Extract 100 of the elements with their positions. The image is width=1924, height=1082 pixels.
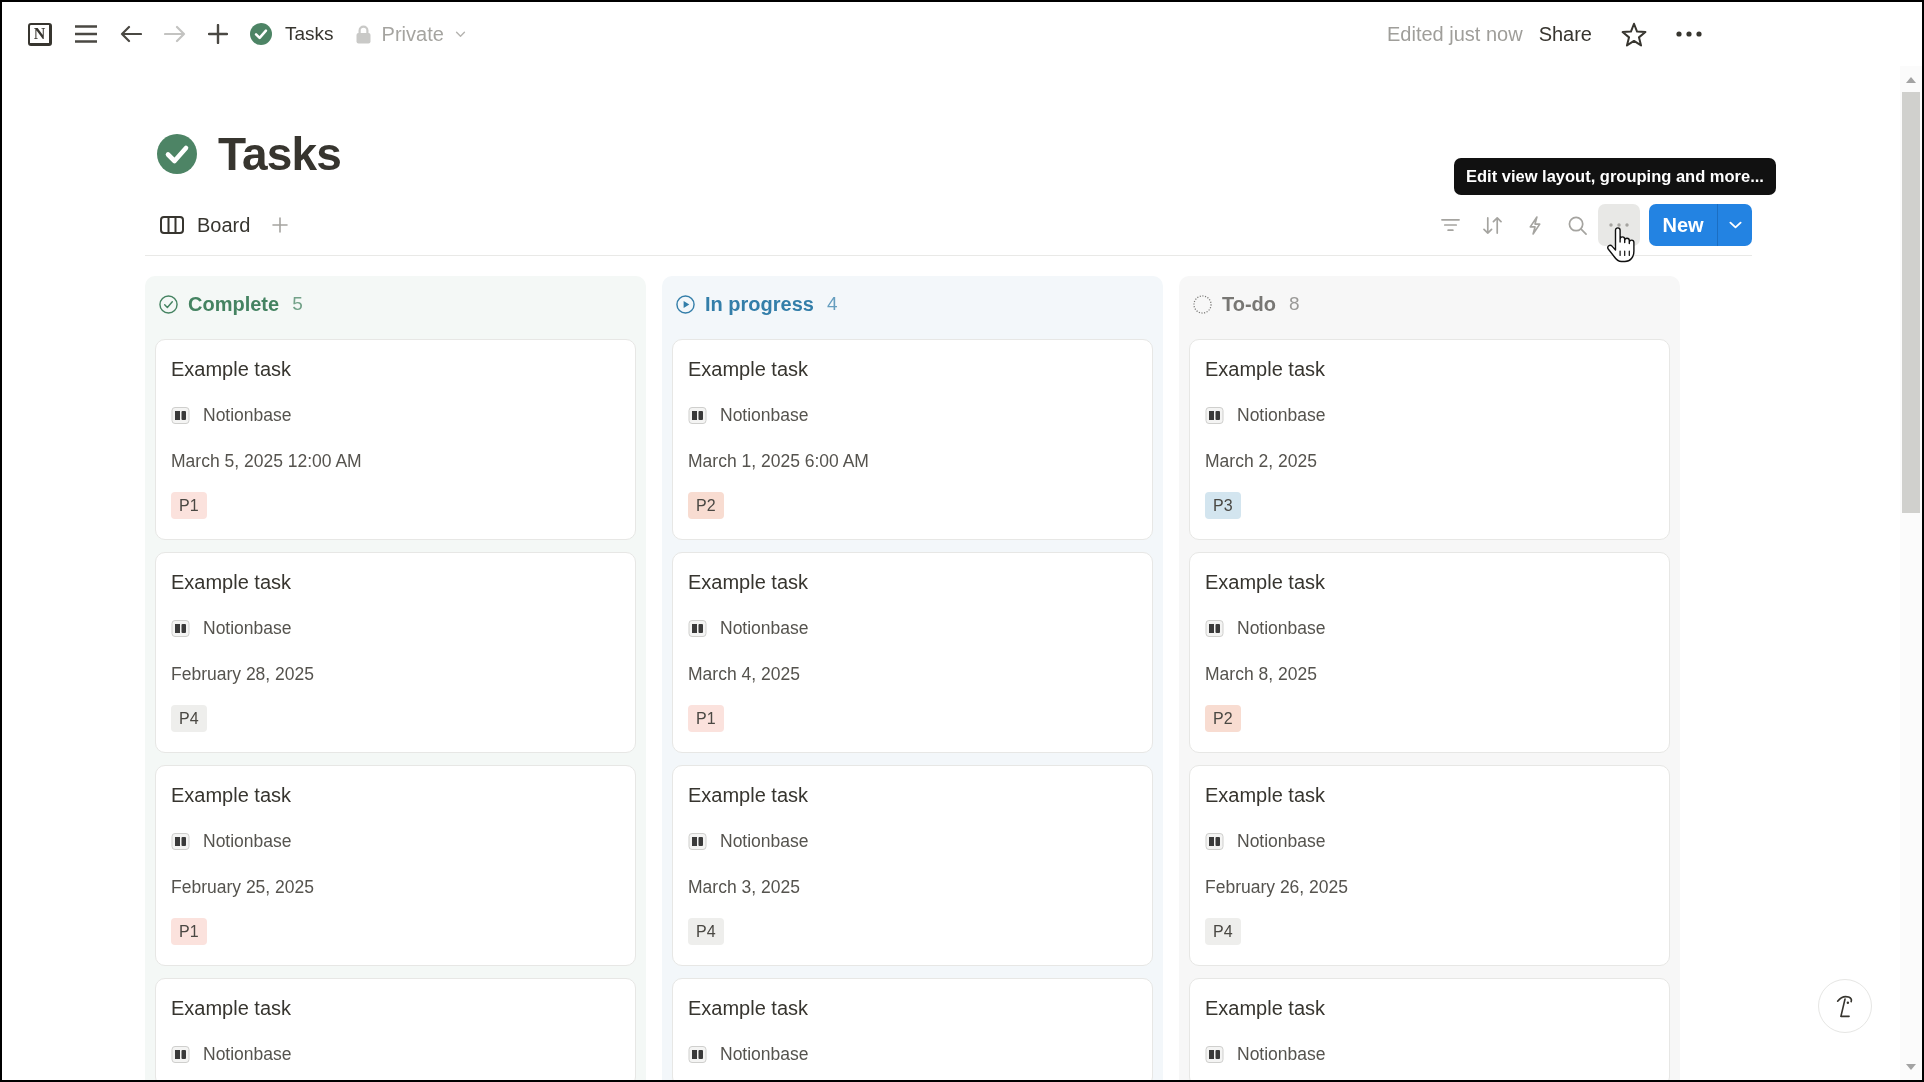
box-icon [1205, 405, 1224, 425]
task-card[interactable]: Example task Notionbase March 3, 2025 P4 [672, 765, 1153, 966]
assistant-button[interactable] [1818, 979, 1872, 1033]
date-label: March 1, 2025 6:00 AM [688, 450, 870, 473]
source-label: Notionbase [203, 617, 292, 640]
edited-status: Edited just now [1387, 22, 1523, 46]
date-label: February 28, 2025 [171, 663, 315, 686]
box-icon [688, 831, 707, 851]
card-title: Example task [171, 570, 293, 594]
column-count: 8 [1289, 293, 1300, 315]
share-button[interactable]: Share [1538, 22, 1592, 46]
task-card[interactable]: Example task Notionbase March 8, 2025 P2 [1189, 552, 1670, 753]
breadcrumb-link[interactable]: Tasks [250, 23, 334, 45]
source-label: Notionbase [720, 617, 809, 640]
box-icon [171, 618, 190, 638]
column-title: Complete [188, 292, 280, 316]
check-circle-icon[interactable] [157, 134, 197, 174]
more-icon[interactable] [1676, 31, 1702, 37]
tooltip: Edit view layout, grouping and more... [1454, 158, 1776, 195]
lightning-icon[interactable] [1528, 215, 1542, 235]
date-label: February 26, 2025 [1205, 876, 1349, 899]
priority-tag: P4 [688, 918, 724, 945]
box-icon [688, 1044, 707, 1064]
source-label: Notionbase [720, 1043, 809, 1066]
new-dropdown-button[interactable] [1717, 204, 1752, 246]
task-card[interactable]: Example task Notionbase February 28, 2025 P4 [155, 552, 636, 753]
date-label: February 25, 2025 [171, 876, 315, 899]
column-count: 5 [292, 293, 303, 315]
star-icon[interactable] [1621, 21, 1647, 47]
source-label: Notionbase [203, 1043, 292, 1066]
board-icon [160, 216, 184, 234]
plus-icon[interactable] [208, 24, 228, 44]
date-label: March 2, 2025 [1205, 450, 1318, 473]
scrollbar-thumb[interactable] [1902, 92, 1920, 513]
column-count: 4 [826, 293, 838, 315]
dotted-circle-icon [1193, 294, 1212, 314]
card-title: Example task [688, 357, 810, 381]
lock-icon [355, 24, 371, 44]
face-icon [1836, 993, 1854, 1019]
box-icon [171, 831, 190, 851]
card-title: Example task [171, 357, 293, 381]
source-label: Notionbase [1237, 1043, 1326, 1066]
back-arrow-icon[interactable] [120, 25, 142, 43]
card-title: Example task [688, 570, 810, 594]
column-title: In progress [705, 292, 814, 316]
scroll-up-icon[interactable] [1906, 77, 1916, 83]
date-label: March 5, 2025 12:00 AM [171, 450, 363, 473]
source-label: Notionbase [1237, 404, 1326, 427]
task-card[interactable]: Example task Notionbase February 26, 2025 P4 [1189, 765, 1670, 966]
card-title: Example task [1205, 783, 1327, 807]
box-icon [1205, 831, 1224, 851]
date-label: March 3, 2025 [688, 876, 801, 899]
task-card[interactable]: Example task Notionbase March 1, 2025 6:00 AM P2 [672, 339, 1153, 540]
app-logo[interactable]: N [28, 22, 52, 46]
priority-tag: P4 [171, 705, 207, 732]
filter-icon[interactable] [1441, 218, 1460, 232]
column-title: To-do [1222, 292, 1277, 316]
source-label: Notionbase [203, 404, 292, 427]
task-card[interactable]: Example task Notionbase [1189, 978, 1670, 1080]
card-title: Example task [688, 783, 810, 807]
source-label: Notionbase [1237, 617, 1326, 640]
task-card[interactable]: Example task Notionbase February 25, 2025 P1 [155, 765, 636, 966]
hand-cursor-icon [1606, 227, 1636, 263]
task-card[interactable]: Example task Notionbase March 4, 2025 P1 [672, 552, 1153, 753]
scroll-down-icon[interactable] [1906, 1064, 1916, 1070]
card-title: Example task [688, 996, 810, 1020]
card-title: Example task [1205, 357, 1327, 381]
source-label: Notionbase [203, 830, 292, 853]
search-icon[interactable] [1568, 215, 1587, 235]
box-icon [688, 405, 707, 425]
view-tab[interactable]: Board [160, 213, 251, 237]
box-icon [171, 1044, 190, 1064]
priority-tag: P1 [688, 705, 724, 732]
box-icon [1205, 618, 1224, 638]
box-icon [688, 618, 707, 638]
sort-icon[interactable] [1483, 216, 1502, 234]
check-circle-icon [250, 23, 272, 45]
play-circle-icon [676, 294, 695, 314]
task-card[interactable]: Example task Notionbase March 5, 2025 12:00 AM P1 [155, 339, 636, 540]
check-circle-icon [159, 294, 178, 314]
date-label: March 4, 2025 [688, 663, 801, 686]
task-card[interactable]: Example task Notionbase March 2, 2025 P3 [1189, 339, 1670, 540]
priority-tag: P3 [1205, 492, 1241, 519]
page-title: Tasks [218, 128, 342, 180]
new-button[interactable]: New [1649, 204, 1717, 246]
priority-tag: P1 [171, 918, 207, 945]
priority-tag: P2 [688, 492, 724, 519]
priority-tag: P1 [171, 492, 207, 519]
card-title: Example task [1205, 996, 1327, 1020]
chevron-down-icon [454, 30, 466, 38]
box-icon [1205, 1044, 1224, 1064]
card-title: Example task [171, 996, 293, 1020]
priority-tag: P4 [1205, 918, 1241, 945]
scrollbar[interactable] [1900, 66, 1922, 1080]
source-label: Notionbase [1237, 830, 1326, 853]
chevron-down-icon [1728, 221, 1742, 229]
menu-icon[interactable] [74, 24, 98, 44]
task-card[interactable]: Example task Notionbase [155, 978, 636, 1080]
card-title: Example task [171, 783, 293, 807]
task-card[interactable]: Example task Notionbase [672, 978, 1153, 1080]
